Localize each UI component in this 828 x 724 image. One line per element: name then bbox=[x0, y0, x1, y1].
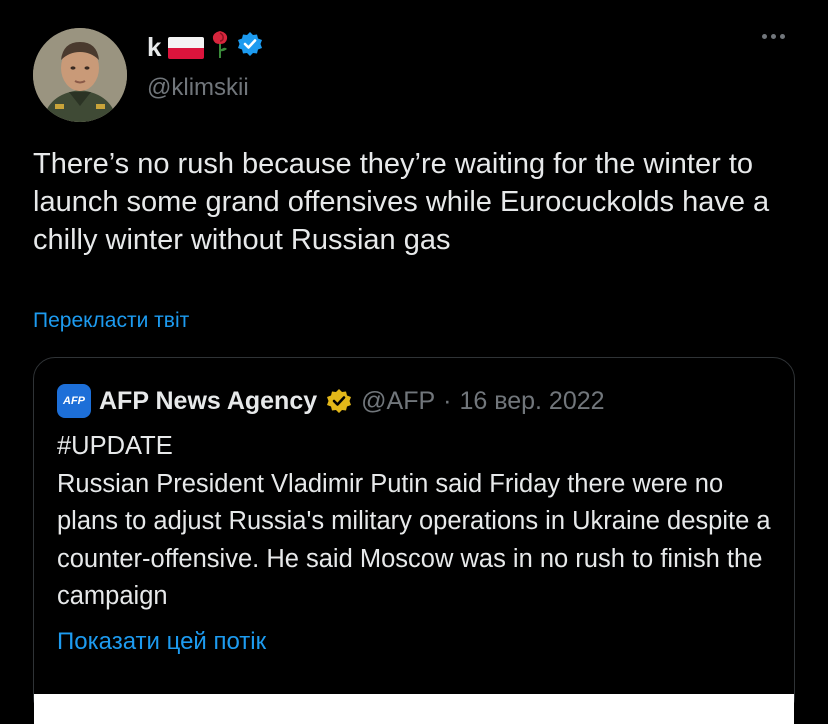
gold-verified-badge-icon bbox=[325, 387, 353, 415]
author-display-name[interactable]: k bbox=[147, 30, 264, 65]
quoted-tweet-text: #UPDATE Russian President Vladimir Putin… bbox=[57, 428, 777, 616]
display-name-text: k bbox=[147, 32, 162, 62]
afp-logo-icon: AFP bbox=[57, 384, 91, 418]
military-portrait-avatar[interactable] bbox=[33, 28, 127, 122]
quoted-tweet-header: AFP AFP News Agency @AFP · 16 вер. 2022 bbox=[57, 384, 605, 418]
author-handle[interactable]: @klimskii bbox=[147, 74, 249, 102]
rose-icon bbox=[211, 30, 229, 65]
dot-separator: · bbox=[443, 386, 452, 415]
media-preview-edge bbox=[34, 694, 794, 724]
quoted-author-handle[interactable]: @AFP bbox=[361, 387, 435, 416]
quoted-tweet-card[interactable]: AFP AFP News Agency @AFP · 16 вер. 2022 … bbox=[33, 357, 795, 724]
quoted-tweet-body: Russian President Vladimir Putin said Fr… bbox=[57, 469, 771, 611]
poland-flag-icon bbox=[168, 36, 205, 59]
quoted-tweet-hashtag[interactable]: #UPDATE bbox=[57, 428, 777, 466]
verified-badge-icon bbox=[236, 30, 264, 65]
afp-logo-text: AFP bbox=[63, 395, 85, 407]
translate-tweet-link[interactable]: Перекласти твіт bbox=[33, 309, 189, 333]
more-options-icon[interactable] bbox=[762, 34, 785, 39]
quoted-author-name[interactable]: AFP News Agency bbox=[99, 387, 317, 416]
quoted-tweet-date[interactable]: 16 вер. 2022 bbox=[459, 387, 604, 416]
tweet-text: There’s no rush because they’re waiting … bbox=[33, 148, 770, 256]
show-thread-link[interactable]: Показати цей потік bbox=[57, 628, 266, 656]
